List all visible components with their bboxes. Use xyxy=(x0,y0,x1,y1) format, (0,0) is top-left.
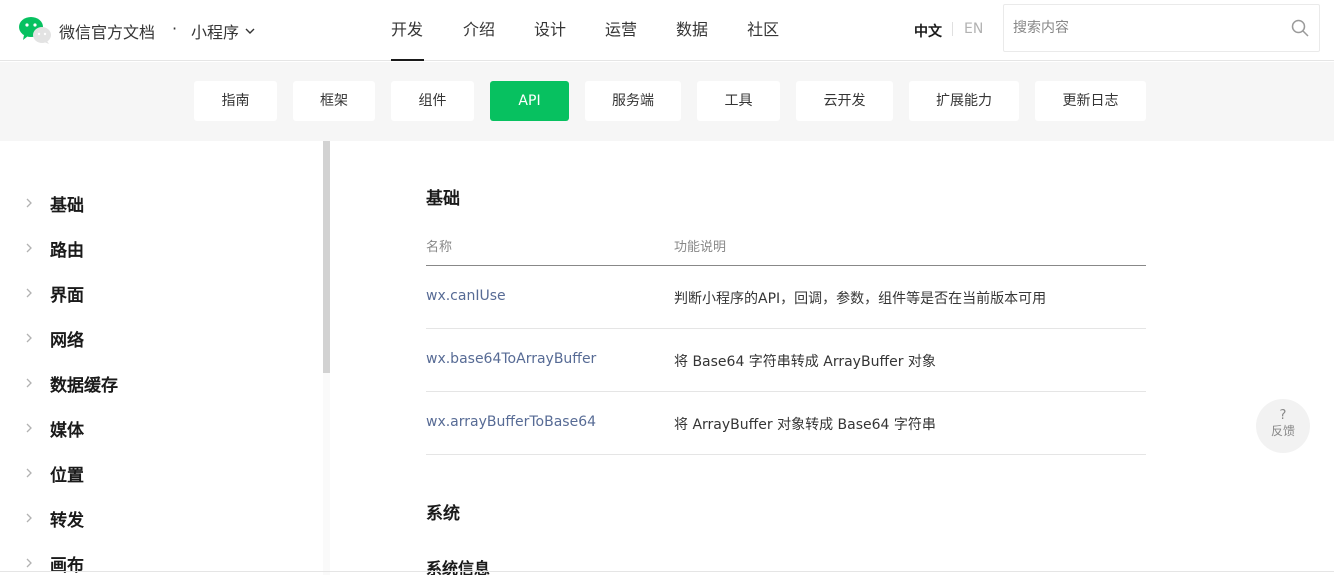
sidebar-item-network[interactable]: 网络 xyxy=(24,326,84,351)
tab-framework[interactable]: 框架 xyxy=(293,81,375,121)
question-icon: ? xyxy=(1279,408,1287,423)
site-title[interactable]: 微信官方文档 xyxy=(59,19,155,43)
sidebar-item-label: 转发 xyxy=(50,510,84,531)
sidebar-item-basic[interactable]: 基础 xyxy=(24,191,84,216)
section-title-basic: 基础 xyxy=(426,189,460,209)
api-description: 判断小程序的API，回调，参数，组件等是否在当前版本可用 xyxy=(674,291,1047,307)
product-label: 小程序 xyxy=(191,23,240,42)
title-separator: · xyxy=(172,19,178,38)
api-link[interactable]: wx.canIUse xyxy=(426,288,506,304)
chevron-right-icon xyxy=(26,378,32,388)
lang-zh-button[interactable]: 中文 xyxy=(914,21,942,41)
column-header-description: 功能说明 xyxy=(674,240,727,255)
lang-divider xyxy=(952,22,953,36)
chevron-right-icon xyxy=(26,333,32,343)
chevron-right-icon xyxy=(26,468,32,478)
table-row: wx.arrayBufferToBase64 将 ArrayBuffer 对象转… xyxy=(426,392,1146,455)
search-box xyxy=(1003,4,1320,52)
tab-changelog[interactable]: 更新日志 xyxy=(1035,81,1146,121)
sidebar-item-media[interactable]: 媒体 xyxy=(24,416,84,441)
column-header-name: 名称 xyxy=(426,240,453,255)
nav-design[interactable]: 设计 xyxy=(534,0,566,61)
tab-tools[interactable]: 工具 xyxy=(697,81,780,121)
api-description: 将 Base64 字符串转成 ArrayBuffer 对象 xyxy=(674,354,936,370)
nav-community[interactable]: 社区 xyxy=(747,0,779,61)
sidebar-item-label: 位置 xyxy=(50,465,84,486)
nav-develop[interactable]: 开发 xyxy=(391,0,424,61)
category-tabs: 指南 框架 组件 API 服务端 工具 云开发 扩展能力 更新日志 xyxy=(0,62,1334,141)
lang-en-button[interactable]: EN xyxy=(964,21,983,37)
tab-cloud[interactable]: 云开发 xyxy=(796,81,893,121)
sidebar-item-share[interactable]: 转发 xyxy=(24,506,84,531)
section-title-system: 系统 xyxy=(426,504,460,524)
sidebar-item-label: 网络 xyxy=(50,330,84,351)
sidebar-scrollbar[interactable] xyxy=(323,141,330,373)
product-switcher[interactable]: 小程序 xyxy=(191,19,256,43)
feedback-label: 反馈 xyxy=(1270,424,1295,438)
chevron-right-icon xyxy=(26,423,32,433)
main-content: 基础 名称 功能说明 wx.canIUse 判断小程序的API，回调，参数，组件… xyxy=(330,141,1334,575)
chevron-down-icon xyxy=(245,28,255,34)
api-link[interactable]: wx.base64ToArrayBuffer xyxy=(426,351,596,367)
sidebar-item-route[interactable]: 路由 xyxy=(24,236,84,261)
wechat-logo-icon[interactable] xyxy=(18,15,52,45)
chevron-right-icon xyxy=(26,198,32,208)
bottom-divider xyxy=(0,571,1334,572)
feedback-button[interactable]: ? 反馈 xyxy=(1256,399,1310,453)
tab-guide[interactable]: 指南 xyxy=(194,81,277,121)
subsection-title-system-info: 系统信息 xyxy=(426,559,491,575)
search-icon[interactable] xyxy=(1291,19,1309,37)
tab-api[interactable]: API xyxy=(490,81,569,121)
api-link[interactable]: wx.arrayBufferToBase64 xyxy=(426,414,596,430)
sidebar: 基础 路由 界面 网络 数据缓存 媒体 位置 转发 画布 xyxy=(0,141,330,575)
chevron-right-icon xyxy=(26,288,32,298)
sidebar-item-label: 数据缓存 xyxy=(50,375,118,396)
nav-intro[interactable]: 介绍 xyxy=(463,0,495,61)
sidebar-item-label: 界面 xyxy=(50,285,84,306)
tab-server[interactable]: 服务端 xyxy=(585,81,681,121)
sidebar-item-ui[interactable]: 界面 xyxy=(24,281,84,306)
chevron-right-icon xyxy=(26,558,32,568)
nav-operation[interactable]: 运营 xyxy=(605,0,637,61)
chevron-right-icon xyxy=(26,243,32,253)
tab-components[interactable]: 组件 xyxy=(391,81,474,121)
table-row: wx.base64ToArrayBuffer 将 Base64 字符串转成 Ar… xyxy=(426,329,1146,392)
tab-extensions[interactable]: 扩展能力 xyxy=(909,81,1019,121)
nav-data[interactable]: 数据 xyxy=(676,0,708,61)
chevron-right-icon xyxy=(26,513,32,523)
sidebar-item-location[interactable]: 位置 xyxy=(24,461,84,486)
sidebar-item-label: 媒体 xyxy=(50,420,84,441)
sidebar-item-label: 基础 xyxy=(50,195,84,216)
search-input[interactable] xyxy=(1004,5,1274,51)
api-description: 将 ArrayBuffer 对象转成 Base64 字符串 xyxy=(674,417,936,433)
sidebar-item-storage[interactable]: 数据缓存 xyxy=(24,371,118,396)
top-header: 微信官方文档 · 小程序 开发 介绍 设计 运营 数据 社区 中文 EN xyxy=(0,0,1334,61)
table-row: wx.canIUse 判断小程序的API，回调，参数，组件等是否在当前版本可用 xyxy=(426,266,1146,329)
main-nav: 开发 介绍 设计 运营 数据 社区 xyxy=(391,0,779,61)
sidebar-item-label: 路由 xyxy=(50,240,84,261)
